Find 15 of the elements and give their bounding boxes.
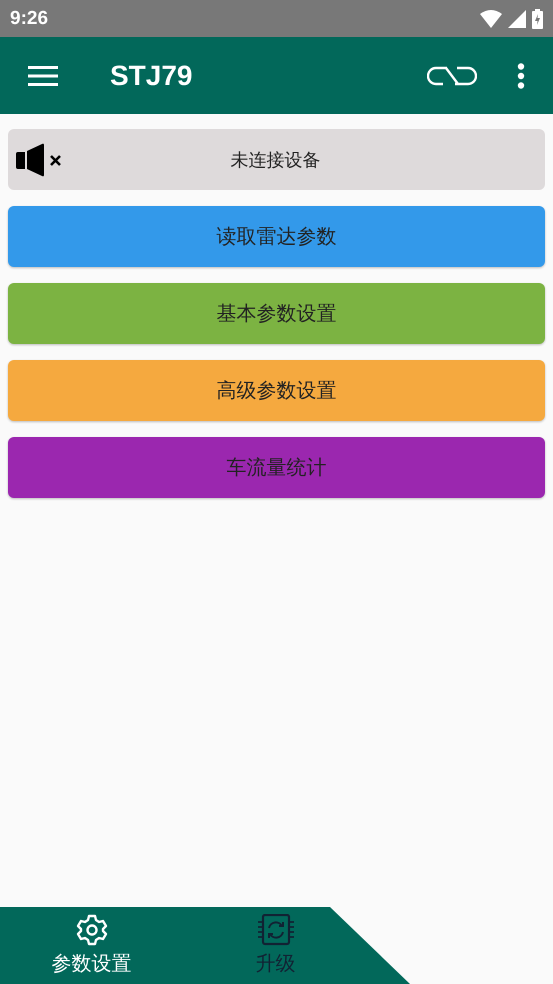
action-button[interactable]: 基本参数设置 (8, 283, 545, 344)
signal-icon (508, 10, 526, 28)
connection-status-text: 未连接设备 (230, 148, 322, 172)
status-time: 9:26 (10, 8, 48, 30)
more-options-icon[interactable] (517, 62, 525, 88)
wifi-icon (480, 10, 502, 28)
broken-link-icon[interactable] (427, 66, 477, 86)
action-button[interactable]: 读取雷达参数 (8, 206, 545, 267)
battery-icon (532, 8, 543, 28)
action-button[interactable]: 高级参数设置 (8, 360, 545, 421)
nav-tab[interactable]: 参数设置 (0, 907, 183, 984)
menu-icon[interactable] (28, 64, 58, 86)
app-title: STJ79 (110, 60, 194, 92)
chip-refresh-icon (258, 914, 294, 946)
gear-icon (76, 914, 108, 946)
